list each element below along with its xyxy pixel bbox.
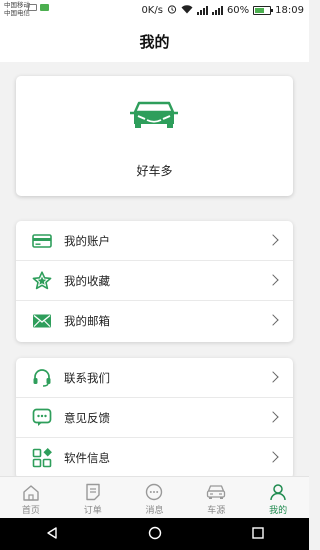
chevron-right-icon [267, 411, 279, 423]
network-speed: 0K/s [141, 5, 163, 16]
profile-name: 好车多 [136, 164, 173, 178]
menu-item-feedback[interactable]: 意见反馈 [16, 398, 293, 438]
signal-1-icon [196, 6, 208, 15]
battery-icon [253, 6, 274, 15]
tab-label: 我的 [269, 506, 288, 516]
car-icon [206, 482, 226, 502]
menu-group-support: 联系我们 意见反馈 软件信息 [16, 358, 293, 479]
home-circle-icon [148, 526, 161, 539]
chevron-right-icon [267, 234, 279, 246]
chevron-right-icon [267, 371, 279, 383]
menu-item-mailbox[interactable]: 我的邮箱 [16, 301, 293, 341]
page-title: 我的 [0, 22, 309, 62]
battery-fill [255, 8, 264, 13]
clock: 18:09 [275, 5, 304, 16]
back-button[interactable] [45, 525, 59, 544]
recents-button[interactable] [251, 525, 265, 544]
menu-item-contact[interactable]: 联系我们 [16, 358, 293, 398]
menu-label: 联系我们 [64, 370, 110, 385]
profile-card[interactable]: 好车多 [16, 76, 293, 196]
battery-percent: 60% [226, 5, 250, 16]
menu-label: 我的账户 [64, 233, 110, 248]
user-icon [268, 482, 288, 502]
chevron-right-icon [267, 274, 279, 286]
tab-cars[interactable]: 车源 [185, 477, 247, 518]
message-icon [144, 482, 164, 502]
wifi-icon [181, 4, 193, 17]
chevron-right-icon [267, 451, 279, 463]
menu-group-account: 我的账户 我的收藏 我的邮箱 [16, 221, 293, 342]
tab-label: 订单 [83, 506, 102, 516]
status-right: 0K/s 60% 18:09 [141, 4, 304, 17]
menu-label: 软件信息 [64, 451, 110, 465]
feedback-icon [32, 408, 52, 428]
notification-wechat-icon [40, 4, 49, 11]
tab-mine[interactable]: 我的 [247, 477, 309, 518]
recents-square-icon [251, 526, 264, 539]
bottom-tab-bar: 首页 订单 消息 车源 我的 [0, 476, 309, 518]
tab-label: 车源 [207, 506, 226, 516]
star-icon [32, 271, 52, 291]
order-icon [83, 482, 103, 502]
tab-label: 首页 [21, 506, 40, 516]
menu-label: 我的收藏 [64, 273, 110, 288]
carrier-2: 中国电信 [4, 9, 30, 17]
system-navigation-bar [0, 518, 309, 550]
tab-messages[interactable]: 消息 [124, 477, 186, 518]
notification-image-icon [28, 4, 37, 11]
notification-icons [28, 4, 49, 11]
tab-orders[interactable]: 订单 [62, 477, 124, 518]
menu-item-account[interactable]: 我的账户 [16, 221, 293, 261]
menu-item-favorites[interactable]: 我的收藏 [16, 261, 293, 301]
menu-label: 我的邮箱 [64, 314, 110, 328]
chevron-right-icon [267, 314, 279, 326]
menu-item-software-info[interactable]: 软件信息 [16, 438, 293, 478]
signal-2-icon [211, 6, 223, 15]
tab-home[interactable]: 首页 [0, 477, 62, 518]
home-icon [21, 482, 41, 502]
carrier-1: 中国移动 [4, 1, 30, 9]
card-icon [32, 231, 52, 251]
screen: 中国移动 中国电信 0K/s 60% 18:09 我的 好车多 我的账户 我的收… [0, 0, 309, 550]
home-button[interactable] [148, 525, 162, 544]
menu-label: 意见反馈 [64, 410, 110, 425]
car-front-icon [130, 101, 178, 128]
tab-label: 消息 [145, 506, 164, 516]
back-triangle-icon [46, 526, 57, 539]
mail-icon [32, 311, 52, 331]
carrier-labels: 中国移动 中国电信 [4, 1, 30, 17]
apps-icon [32, 448, 52, 468]
headset-icon [32, 368, 52, 388]
status-bar: 中国移动 中国电信 0K/s 60% 18:09 [0, 0, 309, 22]
alarm-icon [167, 4, 177, 17]
